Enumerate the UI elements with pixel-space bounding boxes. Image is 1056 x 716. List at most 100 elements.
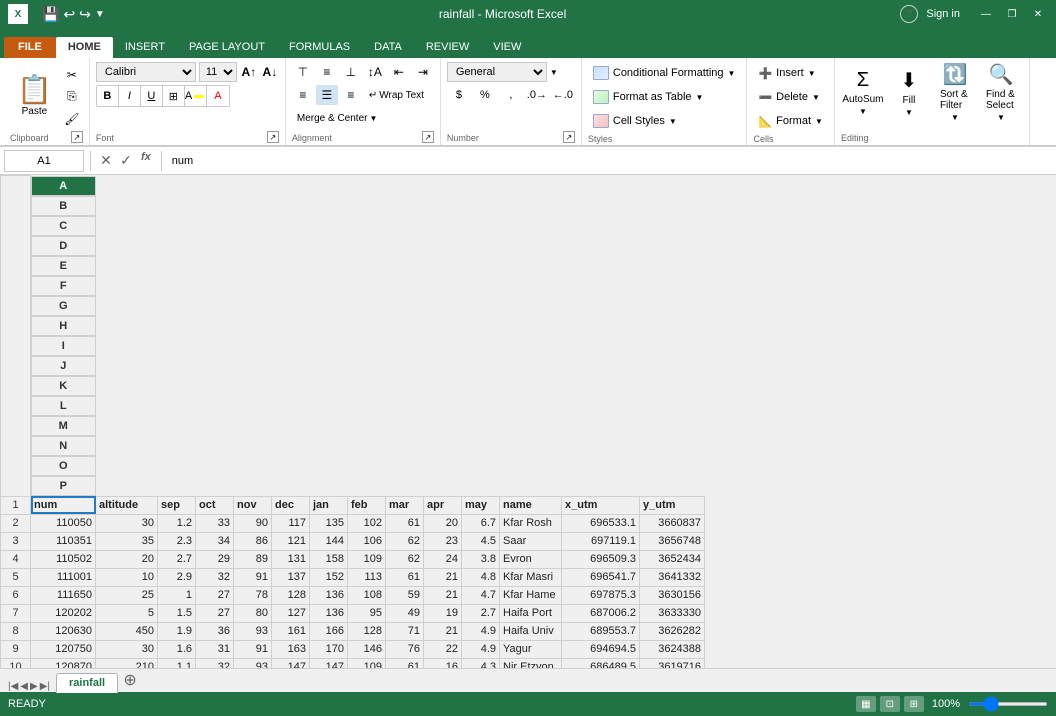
cell[interactable]: 111650: [31, 586, 96, 604]
col-header-a[interactable]: A: [31, 176, 96, 196]
cell[interactable]: 136: [310, 604, 348, 622]
col-header-d[interactable]: D: [31, 236, 96, 256]
font-increase-btn[interactable]: A↑: [240, 62, 258, 82]
cell[interactable]: 80: [234, 604, 272, 622]
cell[interactable]: 689553.7: [562, 622, 640, 640]
row-number[interactable]: 10: [1, 658, 31, 668]
cell[interactable]: 1: [158, 586, 196, 604]
cell[interactable]: num: [31, 496, 96, 514]
cell[interactable]: name: [500, 496, 562, 514]
cell[interactable]: 4.9: [462, 640, 500, 658]
cell[interactable]: 1.2: [158, 514, 196, 532]
cell[interactable]: 1.9: [158, 622, 196, 640]
cell[interactable]: 128: [348, 622, 386, 640]
cell[interactable]: 89: [234, 550, 272, 568]
cell[interactable]: 450: [96, 622, 158, 640]
cell[interactable]: y_utm: [640, 496, 705, 514]
cell[interactable]: Yagur: [500, 640, 562, 658]
cell[interactable]: 32: [196, 568, 234, 586]
cell[interactable]: 2.7: [462, 604, 500, 622]
autosum-btn[interactable]: Σ AutoSum ▼: [841, 62, 885, 122]
cell[interactable]: 21: [424, 586, 462, 604]
tab-formulas[interactable]: FORMULAS: [277, 37, 362, 58]
cell[interactable]: 3626282: [640, 622, 705, 640]
tab-home[interactable]: HOME: [56, 37, 113, 58]
insert-btn[interactable]: ➕ Insert ▼: [753, 62, 820, 84]
cell[interactable]: 4.8: [462, 568, 500, 586]
cell[interactable]: 163: [272, 640, 310, 658]
font-decrease-btn[interactable]: A↓: [261, 62, 279, 82]
cell[interactable]: 22: [424, 640, 462, 658]
col-header-m[interactable]: M: [31, 416, 96, 436]
copy-button[interactable]: ⎘: [61, 87, 83, 107]
row-number[interactable]: 9: [1, 640, 31, 658]
cell[interactable]: 696541.7: [562, 568, 640, 586]
cell[interactable]: 59: [386, 586, 424, 604]
indent-decrease-btn[interactable]: ⇤: [388, 62, 410, 82]
row-number[interactable]: 4: [1, 550, 31, 568]
cell[interactable]: 106: [348, 532, 386, 550]
cell[interactable]: 76: [386, 640, 424, 658]
cell[interactable]: 93: [234, 658, 272, 668]
align-top-btn[interactable]: ⊤: [292, 62, 314, 82]
number-format-select[interactable]: General: [447, 62, 547, 82]
find-select-btn[interactable]: 🔍 Find & Select ▼: [979, 62, 1023, 122]
normal-view-btn[interactable]: ▦: [856, 696, 876, 712]
cell[interactable]: 120750: [31, 640, 96, 658]
row-number[interactable]: 3: [1, 532, 31, 550]
cell[interactable]: 3630156: [640, 586, 705, 604]
insert-function-btn[interactable]: fx: [137, 151, 155, 171]
cell[interactable]: 78: [234, 586, 272, 604]
cancel-formula-btn[interactable]: ✕: [97, 151, 115, 171]
underline-button[interactable]: U: [141, 86, 163, 106]
cell[interactable]: 170: [310, 640, 348, 658]
cell[interactable]: 29: [196, 550, 234, 568]
cell[interactable]: Saar: [500, 532, 562, 550]
clipboard-expand[interactable]: ↗: [71, 131, 83, 143]
cell[interactable]: 62: [386, 532, 424, 550]
cell[interactable]: 113: [348, 568, 386, 586]
conditional-formatting-btn[interactable]: Conditional Formatting ▼: [588, 62, 741, 84]
cell[interactable]: 3660837: [640, 514, 705, 532]
cell[interactable]: 71: [386, 622, 424, 640]
align-bottom-btn[interactable]: ⊥: [340, 62, 362, 82]
cell[interactable]: 61: [386, 568, 424, 586]
cell[interactable]: 91: [234, 640, 272, 658]
fill-btn[interactable]: ⬇ Fill ▼: [887, 62, 931, 122]
indent-increase-btn[interactable]: ⇥: [412, 62, 434, 82]
cell[interactable]: 147: [272, 658, 310, 668]
cell[interactable]: 144: [310, 532, 348, 550]
col-header-c[interactable]: C: [31, 216, 96, 236]
cell[interactable]: Haifa Univ: [500, 622, 562, 640]
name-box[interactable]: [4, 150, 84, 172]
cell[interactable]: 110351: [31, 532, 96, 550]
cell[interactable]: 1.6: [158, 640, 196, 658]
paste-button[interactable]: 📋 Paste: [10, 62, 59, 131]
row-number[interactable]: 5: [1, 568, 31, 586]
cell[interactable]: apr: [424, 496, 462, 514]
cell[interactable]: 24: [424, 550, 462, 568]
align-middle-btn[interactable]: ≡: [316, 62, 338, 82]
cell[interactable]: 3633330: [640, 604, 705, 622]
cell[interactable]: Kfar Rosh: [500, 514, 562, 532]
cell[interactable]: 3641332: [640, 568, 705, 586]
row-number[interactable]: 7: [1, 604, 31, 622]
cell[interactable]: 6.7: [462, 514, 500, 532]
sheet-next-btn[interactable]: ▶: [30, 681, 38, 692]
sort-filter-btn[interactable]: 🔃 Sort & Filter ▼: [933, 62, 977, 122]
cell[interactable]: Haifa Port: [500, 604, 562, 622]
cell[interactable]: 33: [196, 514, 234, 532]
row-number[interactable]: 8: [1, 622, 31, 640]
row-number[interactable]: 6: [1, 586, 31, 604]
cell[interactable]: 1.5: [158, 604, 196, 622]
cell[interactable]: oct: [196, 496, 234, 514]
wrap-text-btn[interactable]: ↵ Wrap Text: [364, 85, 429, 105]
cell-styles-btn[interactable]: Cell Styles ▼: [588, 110, 682, 132]
row-number[interactable]: 2: [1, 514, 31, 532]
formula-input[interactable]: [168, 150, 1052, 172]
font-name-select[interactable]: Calibri: [96, 62, 196, 82]
row-number[interactable]: 1: [1, 496, 31, 514]
cell[interactable]: 27: [196, 604, 234, 622]
cell[interactable]: Evron: [500, 550, 562, 568]
cell[interactable]: 4.5: [462, 532, 500, 550]
